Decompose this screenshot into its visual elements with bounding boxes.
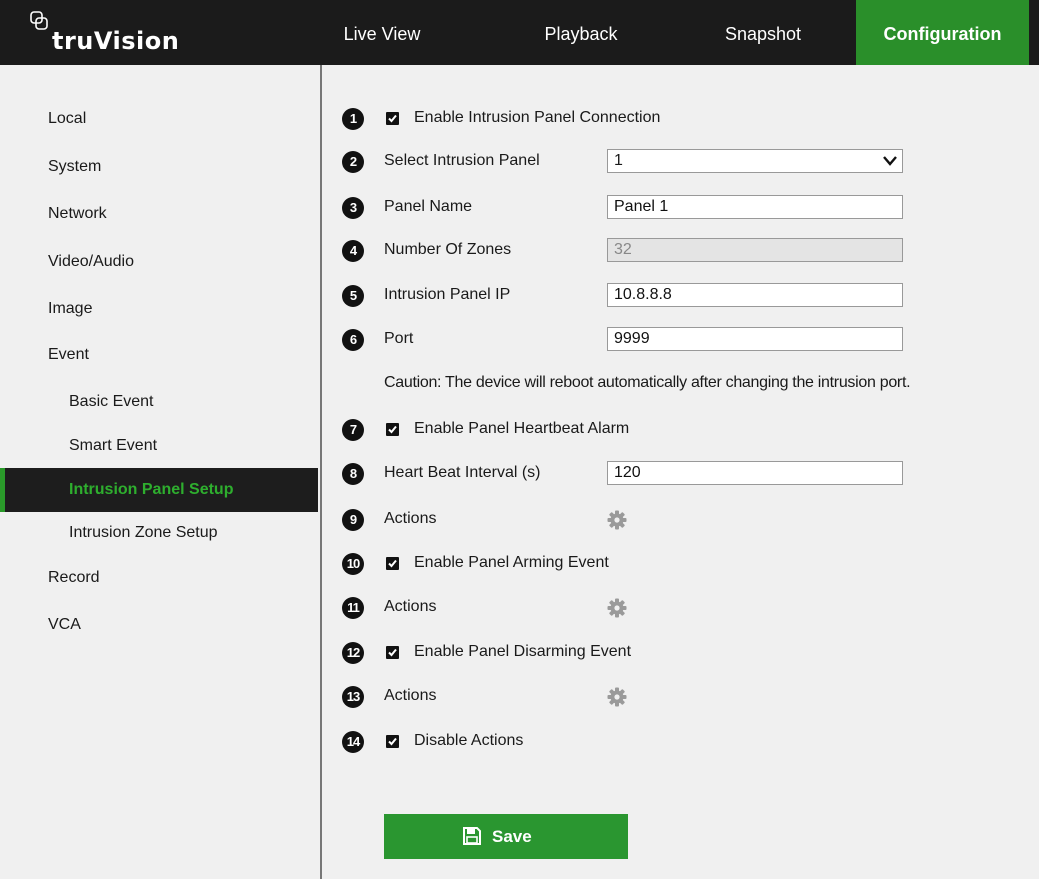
field-label: Intrusion Panel IP (384, 286, 511, 303)
checkbox-label: Enable Panel Arming Event (414, 554, 609, 571)
gear-icon[interactable] (607, 598, 627, 618)
field-label: Actions (384, 687, 437, 704)
step-number: 7 (342, 419, 364, 441)
step-number: 4 (342, 240, 364, 262)
gear-icon[interactable] (607, 687, 627, 707)
step-number: 10 (342, 553, 364, 575)
field-label: Actions (384, 510, 437, 527)
disable-actions-checkbox[interactable] (386, 735, 399, 748)
panel-name-input[interactable] (607, 195, 903, 219)
sidebar-divider (320, 65, 322, 879)
sidebar-item-intrusion-panel-setup[interactable]: Intrusion Panel Setup (0, 468, 318, 512)
field-label: Select Intrusion Panel (384, 152, 540, 169)
step-number: 5 (342, 285, 364, 307)
tab-configuration[interactable]: Configuration (856, 0, 1029, 65)
step-number: 11 (342, 597, 364, 619)
enable-disarming-event-checkbox[interactable] (386, 646, 399, 659)
enable-intrusion-panel-checkbox[interactable] (386, 112, 399, 125)
sidebar-item-record[interactable]: Record (0, 556, 318, 600)
checkmark-icon (388, 425, 397, 434)
step-number: 8 (342, 463, 364, 485)
checkmark-icon (388, 114, 397, 123)
enable-arming-event-checkbox[interactable] (386, 557, 399, 570)
caution-text: Caution: The device will reboot automati… (384, 374, 911, 391)
step-number: 9 (342, 509, 364, 531)
sidebar-item-image[interactable]: Image (0, 287, 318, 331)
intrusion-panel-ip-input[interactable] (607, 283, 903, 307)
heartbeat-interval-input[interactable] (607, 461, 903, 485)
field-label: Actions (384, 598, 437, 615)
sidebar-item-event[interactable]: Event (0, 333, 318, 377)
step-number: 13 (342, 686, 364, 708)
checkmark-icon (388, 559, 397, 568)
logo-text: truVision (52, 27, 180, 55)
field-label: Heart Beat Interval (s) (384, 464, 541, 481)
sidebar-item-video-audio[interactable]: Video/Audio (0, 240, 318, 284)
sidebar: Local System Network Video/Audio Image E… (0, 65, 320, 879)
floppy-disk-icon (463, 827, 481, 845)
checkbox-label: Disable Actions (414, 732, 524, 749)
truvision-logo-icon (30, 11, 48, 30)
top-nav-bar: truVision Live View Playback Snapshot Co… (0, 0, 1039, 65)
step-number: 12 (342, 642, 364, 664)
tab-playback[interactable]: Playback (518, 0, 644, 65)
port-input[interactable] (607, 327, 903, 351)
save-button-label: Save (492, 827, 532, 846)
tab-snapshot[interactable]: Snapshot (700, 0, 826, 65)
checkbox-label: Enable Panel Heartbeat Alarm (414, 420, 630, 437)
select-value: 1 (614, 152, 623, 169)
sidebar-item-basic-event[interactable]: Basic Event (0, 380, 318, 424)
field-label: Panel Name (384, 198, 473, 215)
checkbox-label: Enable Intrusion Panel Connection (414, 109, 661, 126)
checkmark-icon (388, 737, 397, 746)
gear-icon[interactable] (607, 510, 627, 530)
chevron-down-icon (883, 156, 897, 166)
step-number: 14 (342, 731, 364, 753)
sidebar-item-system[interactable]: System (0, 145, 318, 189)
step-number: 1 (342, 108, 364, 130)
step-number: 6 (342, 329, 364, 351)
sidebar-item-intrusion-zone-setup[interactable]: Intrusion Zone Setup (0, 511, 318, 555)
sidebar-item-network[interactable]: Network (0, 192, 318, 236)
sidebar-item-vca[interactable]: VCA (0, 603, 318, 647)
save-button[interactable]: Save (384, 814, 628, 859)
enable-heartbeat-alarm-checkbox[interactable] (386, 423, 399, 436)
field-label: Number Of Zones (384, 241, 512, 258)
number-of-zones-input (607, 238, 903, 262)
checkmark-icon (388, 648, 397, 657)
step-number: 3 (342, 197, 364, 219)
tab-live-view[interactable]: Live View (322, 0, 442, 65)
sidebar-item-smart-event[interactable]: Smart Event (0, 424, 318, 468)
sidebar-item-local[interactable]: Local (0, 97, 318, 141)
step-number: 2 (342, 151, 364, 173)
field-label: Port (384, 330, 414, 347)
checkbox-label: Enable Panel Disarming Event (414, 643, 632, 660)
select-intrusion-panel-dropdown[interactable]: 1 (607, 149, 903, 173)
